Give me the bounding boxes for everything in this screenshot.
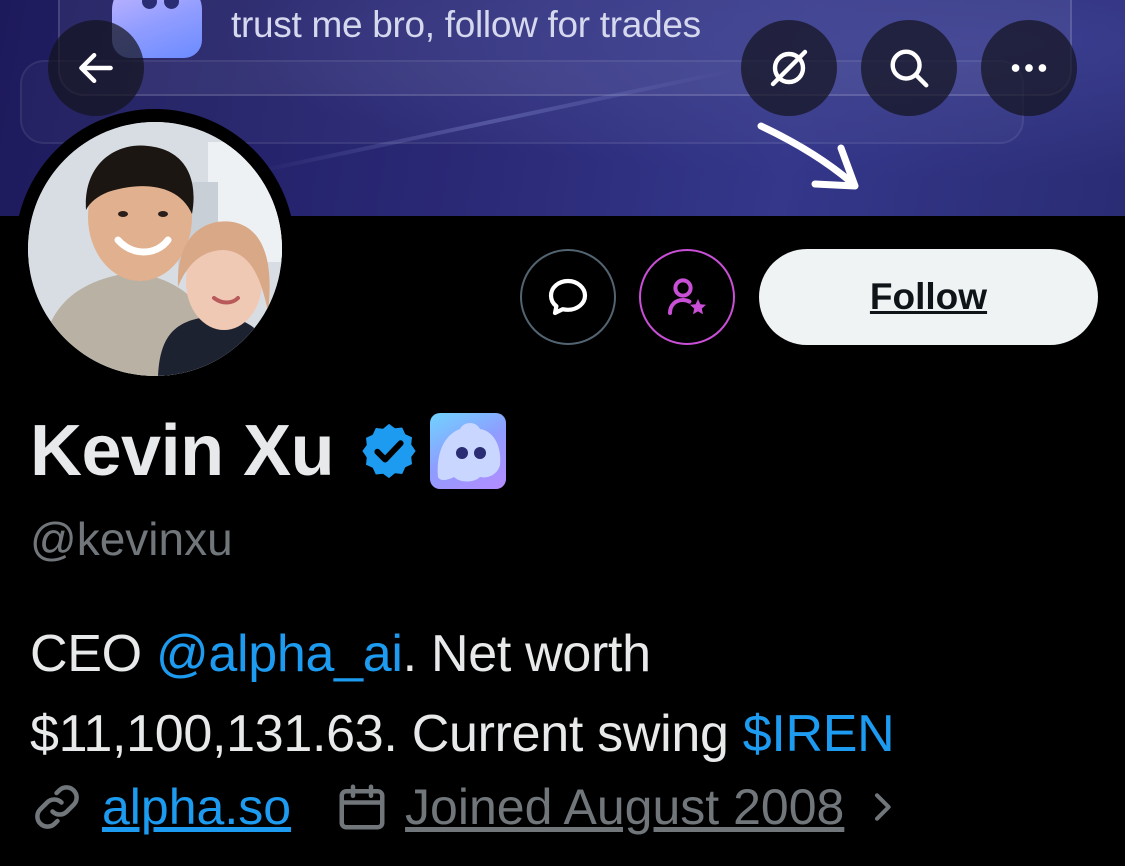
message-icon — [548, 278, 588, 316]
profile-bio: CEO @alpha_ai. Net worth $11,100,131.63.… — [30, 614, 895, 774]
avatar[interactable] — [15, 109, 295, 389]
subscribe-button[interactable] — [639, 249, 735, 345]
follow-button[interactable]: Follow — [759, 249, 1098, 345]
verified-badge-icon[interactable] — [358, 420, 420, 482]
profile-handle: @kevinxu — [30, 513, 233, 565]
message-button[interactable] — [520, 249, 616, 345]
joined-date[interactable]: Joined August 2008 — [405, 778, 844, 836]
bio-text: CEO — [30, 625, 156, 683]
banner-text: trust me bro, follow for trades — [231, 4, 701, 45]
avatar-photo — [28, 122, 282, 376]
calendar-icon — [339, 784, 385, 830]
back-button[interactable] — [48, 20, 144, 116]
chevron-right-icon[interactable] — [862, 787, 902, 827]
search-icon — [890, 49, 929, 88]
more-button[interactable] — [981, 20, 1077, 116]
profile-meta-row: alpha.so Joined August 2008 — [30, 778, 902, 836]
website-link[interactable]: alpha.so — [102, 778, 291, 836]
subscribe-icon — [668, 278, 706, 315]
more-icon — [1011, 64, 1047, 72]
display-name: Kevin Xu — [30, 411, 335, 491]
bio-mention-link[interactable]: @alpha_ai — [156, 625, 403, 683]
link-icon — [35, 785, 79, 829]
search-button[interactable] — [861, 20, 957, 116]
affiliate-logo-icon[interactable] — [430, 413, 507, 489]
bio-text: $11,100,131.63. Current swing — [30, 705, 743, 763]
grok-button[interactable] — [741, 20, 837, 116]
arrow-left-icon — [79, 52, 113, 84]
profile-name-row: Kevin Xu — [30, 410, 507, 492]
grok-icon — [770, 49, 808, 87]
bio-cashtag-link[interactable]: $IREN — [743, 705, 895, 763]
bio-text: . Net worth — [402, 625, 651, 683]
banner-arrow-icon — [757, 122, 859, 190]
